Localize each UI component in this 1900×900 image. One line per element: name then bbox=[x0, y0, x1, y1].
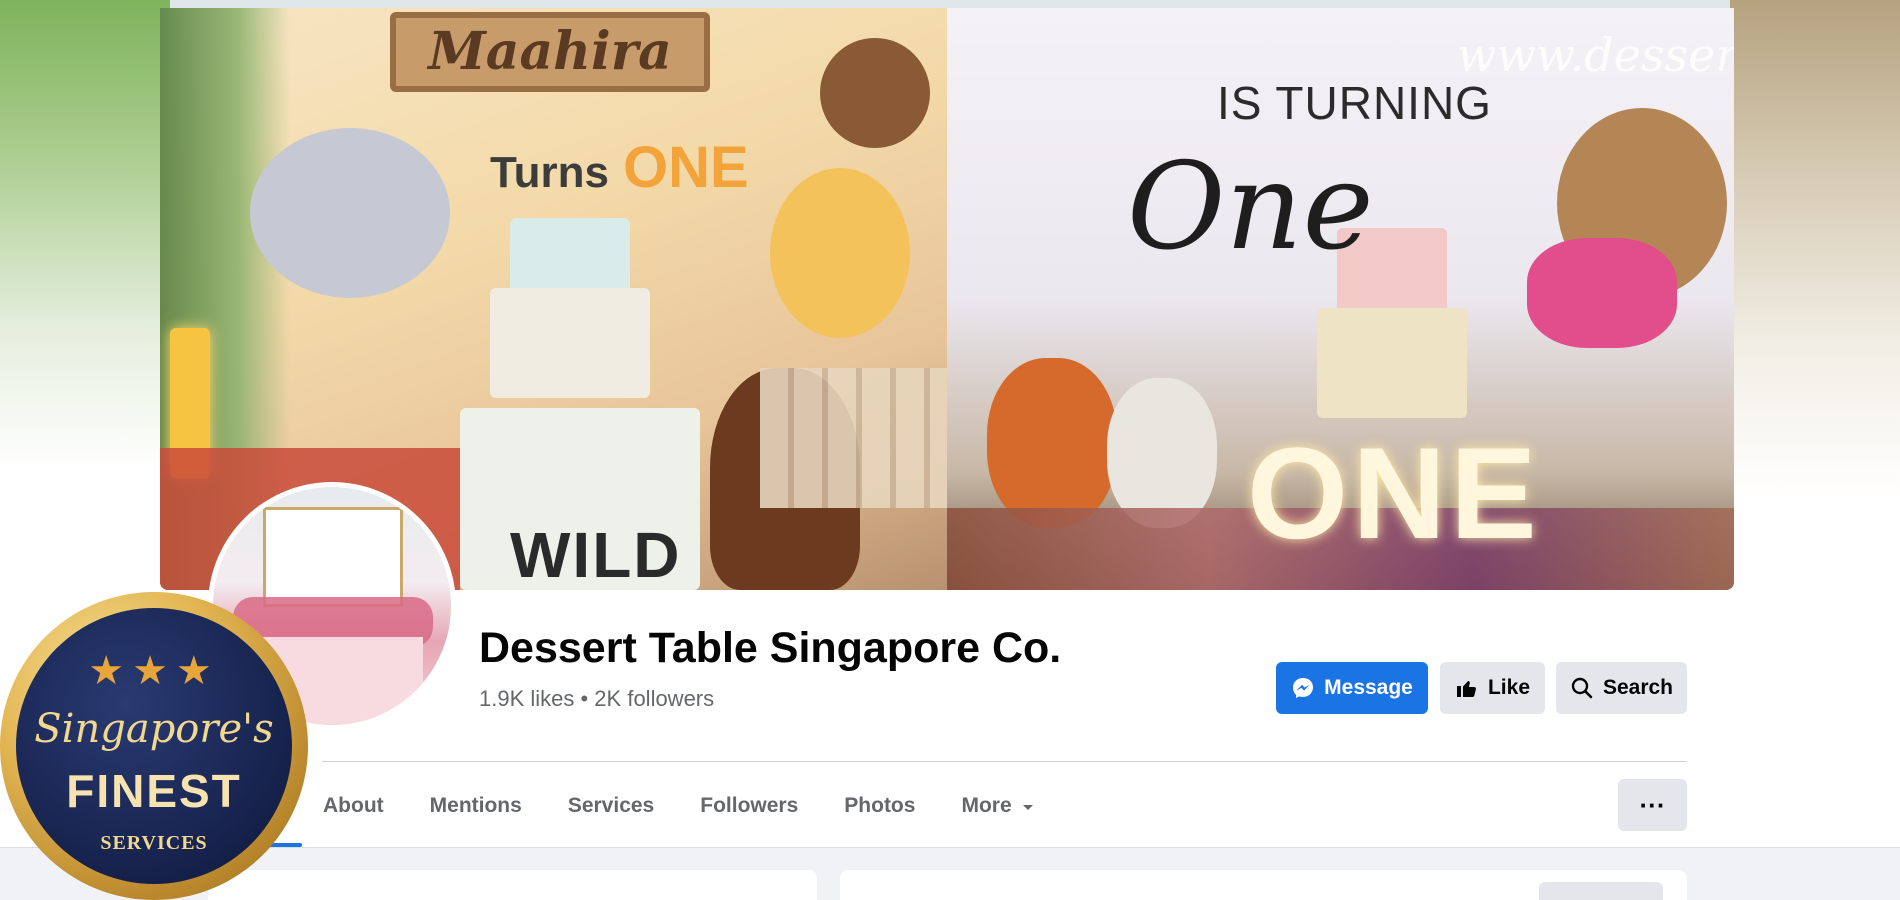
cover-banner-text: WILD bbox=[510, 519, 682, 590]
tab-about[interactable]: About bbox=[300, 772, 407, 840]
cover-backdrop-left bbox=[0, 0, 170, 590]
cover-headline-prefix: Turns bbox=[490, 148, 609, 197]
search-icon bbox=[1570, 676, 1594, 700]
search-button[interactable]: Search bbox=[1556, 662, 1687, 714]
page-stats[interactable]: 1.9K likes • 2K followers bbox=[479, 686, 714, 712]
tab-followers[interactable]: Followers bbox=[677, 772, 821, 840]
tab-label: More bbox=[961, 794, 1012, 817]
tab-label: Photos bbox=[844, 794, 916, 817]
thumbs-up-icon bbox=[1455, 676, 1479, 700]
monkey-illustration bbox=[820, 38, 930, 148]
cover-headline: Turns ONE bbox=[490, 134, 749, 201]
badge-script-text: Singapore's bbox=[34, 706, 274, 752]
cover-photo-right: www.dessert IS TURNING One ONE bbox=[947, 8, 1734, 590]
cake-cream-tier bbox=[1317, 308, 1467, 418]
badge-title: FINEST bbox=[66, 765, 242, 817]
elephant-illustration bbox=[250, 128, 450, 298]
tab-services[interactable]: Services bbox=[545, 772, 677, 840]
more-options-button[interactable]: ··· bbox=[1618, 779, 1687, 831]
posts-card bbox=[840, 870, 1687, 900]
page-tabs: About Mentions Services Followers Photos… bbox=[300, 772, 1057, 840]
giraffe-illustration bbox=[770, 168, 910, 338]
cake-middle-tier bbox=[490, 288, 650, 398]
like-button-label: Like bbox=[1487, 676, 1531, 699]
caret-down-icon bbox=[1022, 794, 1034, 818]
backdrop-board bbox=[263, 507, 403, 607]
cake-top-tier bbox=[510, 218, 630, 298]
cover-headline-number: ONE bbox=[622, 135, 749, 200]
tab-label: Followers bbox=[700, 794, 799, 817]
fox-figurine bbox=[987, 358, 1117, 528]
header-divider bbox=[322, 761, 1687, 762]
search-button-label: Search bbox=[1602, 676, 1674, 699]
messenger-icon bbox=[1291, 676, 1315, 700]
page-title: Dessert Table Singapore Co. bbox=[479, 624, 1062, 672]
filters-button[interactable] bbox=[1539, 882, 1663, 900]
message-button-label: Message bbox=[1324, 676, 1413, 699]
owl-figurine bbox=[1107, 378, 1217, 528]
badge-inner: ★★★ Singapore's FINEST SERVICES bbox=[16, 608, 292, 884]
badge-subtitle: SERVICES bbox=[100, 832, 208, 854]
dessert-jars bbox=[760, 368, 947, 508]
tab-more[interactable]: More bbox=[938, 772, 1056, 840]
like-button[interactable]: Like bbox=[1440, 662, 1545, 714]
tab-photos[interactable]: Photos bbox=[821, 772, 938, 840]
tab-mentions[interactable]: Mentions bbox=[407, 772, 545, 840]
facebook-page: Maahira Turns ONE WILD www.dessert IS TUR… bbox=[0, 0, 1900, 900]
cover-backdrop-right bbox=[1730, 0, 1900, 590]
cover-script-text: One bbox=[1127, 138, 1374, 277]
intro-card bbox=[208, 870, 817, 900]
ellipsis-icon: ··· bbox=[1639, 789, 1666, 820]
message-button[interactable]: Message bbox=[1276, 662, 1428, 714]
cover-watermark: www.dessert bbox=[1457, 28, 1734, 82]
cover-headline-right: IS TURNING bbox=[1217, 77, 1492, 129]
cover-sign-text: Maahira bbox=[390, 12, 710, 92]
cover-marquee-text: ONE bbox=[1247, 420, 1541, 566]
singapores-finest-badge: ★★★ Singapore's FINEST SERVICES bbox=[0, 592, 308, 900]
tab-label: Services bbox=[567, 794, 655, 817]
tab-label: About bbox=[323, 794, 384, 817]
star-icon: ★★★ bbox=[88, 649, 220, 693]
butterfly-light bbox=[1527, 238, 1677, 348]
tab-label: Mentions bbox=[429, 794, 522, 817]
